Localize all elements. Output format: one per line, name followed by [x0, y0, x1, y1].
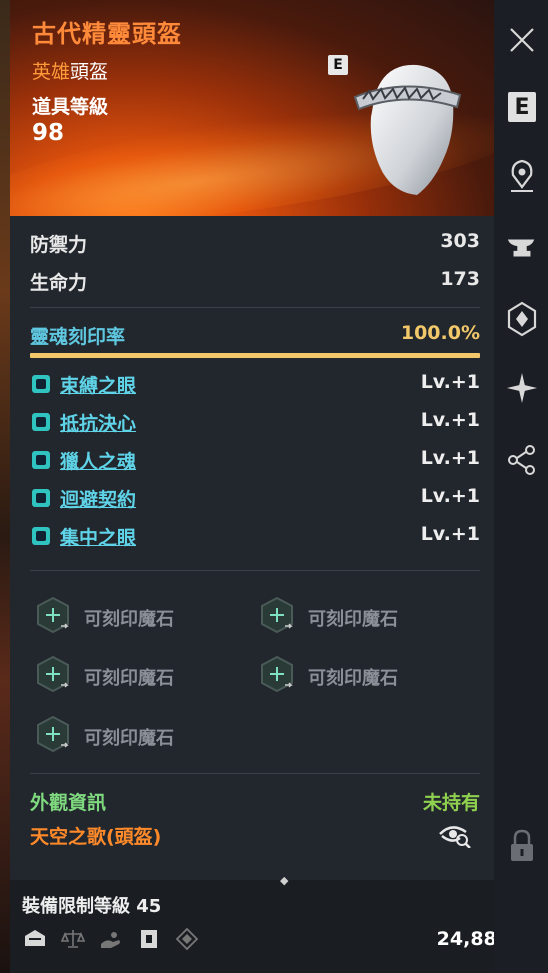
- soul-progress-bar: [30, 353, 480, 358]
- stat-value: 303: [440, 230, 480, 252]
- empty-gem-slot-icon: [37, 655, 69, 693]
- gem-slot-label: 可刻印魔石: [84, 609, 174, 630]
- gem-slot[interactable]: 可刻印魔石: [30, 651, 240, 695]
- empty-gem-slot-icon: [37, 715, 69, 753]
- awaken-button[interactable]: [506, 372, 538, 404]
- storage-icon: [22, 926, 48, 952]
- book-icon: [32, 527, 50, 545]
- appearance-section: 外觀資訊 未持有 天空之歌(頭盔): [30, 788, 480, 858]
- skill-name[interactable]: 集中之眼: [60, 523, 136, 550]
- gem-slot[interactable]: 可刻印魔石: [30, 711, 240, 755]
- item-level-value: 98: [32, 120, 65, 146]
- equip-button[interactable]: E: [508, 92, 536, 122]
- divider: [30, 307, 480, 308]
- gem-slot-label: 可刻印魔石: [308, 609, 398, 630]
- stats-list: 防禦力 303 生命力 173: [30, 222, 480, 298]
- lock-icon: [511, 829, 533, 861]
- empty-gem-slot-icon: [261, 655, 293, 693]
- stat-row: 生命力 173: [30, 260, 480, 298]
- item-grade: 英雄頭盔: [32, 57, 108, 84]
- item-name: 古代精靈頭盔: [32, 20, 182, 48]
- book-icon: [32, 413, 50, 431]
- skill-level: Lv.+1: [420, 371, 480, 393]
- share-button[interactable]: [506, 444, 538, 476]
- item-type: 頭盔: [70, 61, 109, 83]
- skill-level: Lv.+1: [420, 409, 480, 431]
- equip-level-requirement: 裝備限制等級 45: [22, 896, 162, 917]
- item-level-label: 道具等級: [32, 96, 109, 118]
- close-icon: [510, 28, 534, 52]
- soul-engraving-row: 靈魂刻印率 100.0%: [30, 318, 480, 352]
- skill-name[interactable]: 迴避契約: [60, 485, 136, 512]
- skill-row[interactable]: 集中之眼 Lv.+1: [30, 517, 480, 555]
- book-icon: [32, 451, 50, 469]
- appearance-name: 天空之歌(頭盔): [30, 826, 162, 848]
- action-sidebar: E: [494, 0, 548, 973]
- stat-row: 防禦力 303: [30, 222, 480, 260]
- soul-label: 靈魂刻印率: [30, 326, 126, 348]
- lock-button[interactable]: [506, 829, 538, 862]
- gem-slot[interactable]: 可刻印魔石: [30, 592, 240, 636]
- gem-slot-label: 可刻印魔石: [84, 728, 174, 749]
- trade-flags: [22, 926, 200, 952]
- close-button[interactable]: [506, 24, 538, 56]
- stat-value: 173: [440, 268, 480, 290]
- gem-slot[interactable]: 可刻印魔石: [254, 651, 464, 695]
- diamond-notch-icon: ◆: [280, 874, 289, 887]
- skill-level: Lv.+1: [420, 485, 480, 507]
- skill-row[interactable]: 獵人之魂 Lv.+1: [30, 441, 480, 479]
- book-lock-icon: [136, 926, 162, 952]
- shield-crystal-icon: [507, 301, 537, 337]
- skill-level: Lv.+1: [420, 447, 480, 469]
- item-footer: ◆ 裝備限制等級 45 24,884: [10, 874, 538, 973]
- item-quality: 英雄: [32, 61, 71, 83]
- soul-value: 100.0%: [400, 322, 480, 344]
- preview-eye-icon[interactable]: [438, 822, 472, 848]
- appearance-status: 未持有: [422, 792, 480, 814]
- stat-label: 生命力: [30, 272, 88, 294]
- skill-row[interactable]: 抵抗決心 Lv.+1: [30, 403, 480, 441]
- transfer-button[interactable]: [506, 301, 538, 337]
- gem-slot-label: 可刻印魔石: [84, 668, 174, 689]
- skill-row[interactable]: 迴避契約 Lv.+1: [30, 479, 480, 517]
- background-scene: [0, 0, 10, 973]
- item-tooltip-panel: 古代精靈頭盔 英雄頭盔 道具等級 98 E 防禦力 303 生命力 173 靈魂…: [10, 0, 538, 973]
- skill-name[interactable]: 束縛之眼: [60, 371, 136, 398]
- anvil-icon: [507, 239, 535, 257]
- gem-slots: 可刻印魔石 可刻印魔石 可刻印魔石 可刻印魔石 可刻印魔石: [30, 582, 480, 762]
- skill-name[interactable]: 抵抗決心: [60, 409, 136, 436]
- skill-name[interactable]: 獵人之魂: [60, 447, 136, 474]
- stat-label: 防禦力: [30, 234, 88, 256]
- location-pin-icon: [511, 159, 533, 192]
- skill-row[interactable]: 束縛之眼 Lv.+1: [30, 365, 480, 403]
- empty-gem-slot-icon: [37, 596, 69, 634]
- appearance-label: 外觀資訊: [30, 792, 107, 814]
- gem-slot[interactable]: 可刻印魔石: [254, 592, 464, 636]
- star-burst-icon: [506, 372, 538, 404]
- book-icon: [32, 375, 50, 393]
- book-icon: [32, 489, 50, 507]
- hand-icon: [98, 926, 124, 952]
- skill-list: 束縛之眼 Lv.+1 抵抗決心 Lv.+1 獵人之魂 Lv.+1 迴避契約 Lv…: [30, 365, 480, 555]
- gem-slot-icon: [174, 926, 200, 952]
- empty-gem-slot-icon: [261, 596, 293, 634]
- divider: [30, 773, 480, 774]
- helmet-icon: [353, 64, 462, 195]
- item-header: 古代精靈頭盔 英雄頭盔 道具等級 98 E: [10, 0, 494, 216]
- divider: [30, 570, 480, 571]
- locate-button[interactable]: [506, 159, 538, 192]
- skill-level: Lv.+1: [420, 523, 480, 545]
- anvil-button[interactable]: [506, 232, 538, 264]
- scale-icon: [60, 926, 86, 952]
- gem-slot-label: 可刻印魔石: [308, 668, 398, 689]
- share-icon: [508, 445, 535, 475]
